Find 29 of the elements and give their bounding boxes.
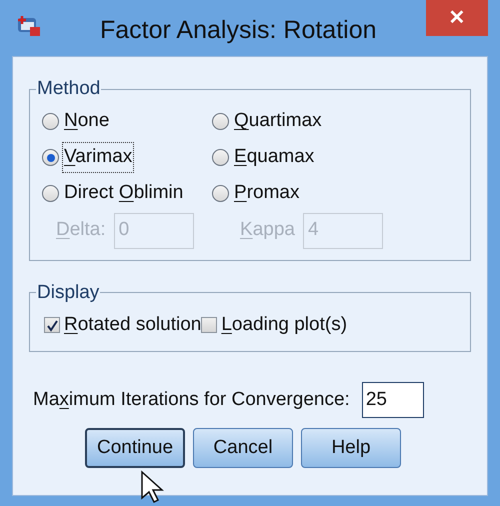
option-label: Quartimax [234, 110, 322, 132]
dialog-button[interactable]: Help [301, 428, 401, 468]
checkbox[interactable] [201, 317, 218, 333]
mouse-cursor-icon [140, 470, 164, 504]
parameter-label: Kappa [240, 218, 295, 242]
iterations-field[interactable]: 25 [362, 382, 424, 418]
option-label: Equamax [234, 146, 314, 168]
checkbox-label: Rotated solution [64, 312, 202, 337]
group-title: Display [36, 280, 100, 304]
dialog-button[interactable]: Continue [85, 428, 185, 468]
group-title: Method [36, 77, 102, 101]
checkbox[interactable] [44, 317, 60, 333]
parameter-label: Delta: [56, 218, 106, 242]
radio-button[interactable] [212, 185, 229, 202]
radio-button[interactable] [42, 149, 59, 166]
window-title: Factor Analysis: Rotation [100, 15, 377, 46]
option-label: None [64, 110, 110, 132]
option-label: Varimax [64, 146, 132, 168]
checkbox-label: Loading plot(s) [221, 312, 348, 337]
close-button[interactable]: ✕ [426, 0, 488, 36]
option-label: Direct Oblimin [64, 182, 184, 204]
radio-button[interactable] [212, 113, 229, 130]
radio-button[interactable] [42, 113, 59, 130]
app-icon [16, 14, 42, 38]
option-label: Promax [234, 182, 300, 204]
radio-button[interactable] [212, 149, 229, 166]
dialog-button[interactable]: Cancel [193, 428, 293, 468]
iterations-label: Maximum Iterations for Convergence: [33, 388, 350, 412]
radio-button[interactable] [42, 185, 59, 202]
